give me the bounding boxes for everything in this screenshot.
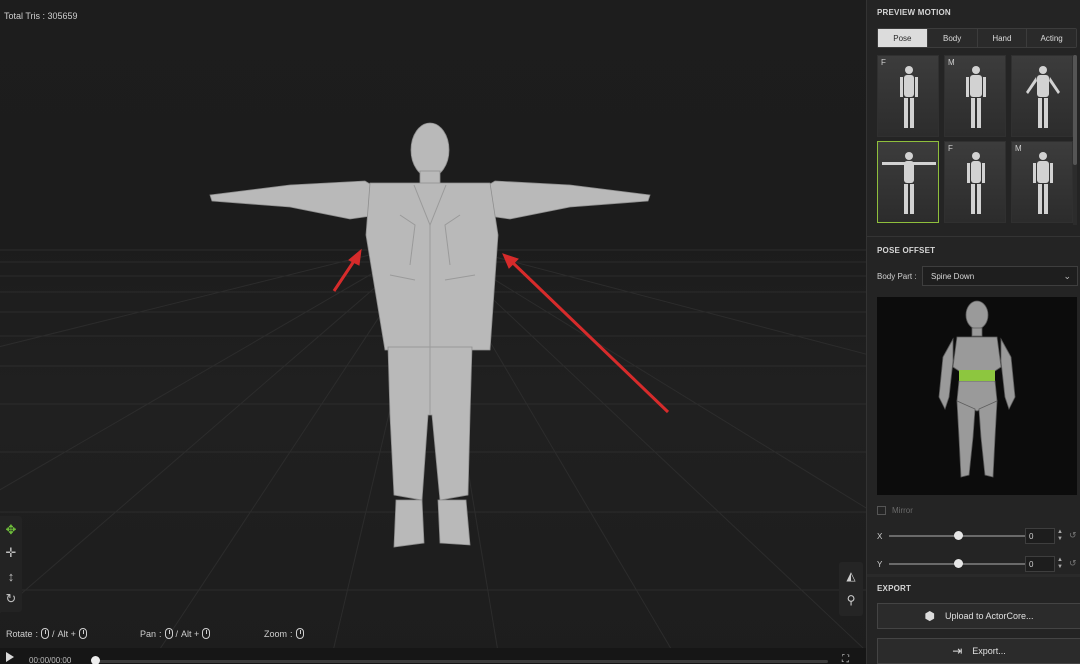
divider — [867, 236, 1080, 237]
zoom-hint: Zoom : — [264, 628, 304, 639]
pan-label: Pan — [140, 628, 157, 639]
cube-upload-icon: ⬢ — [924, 609, 935, 623]
camera-toolbar: ◭ ⚲ — [839, 562, 863, 616]
zoom-label: Zoom — [264, 628, 288, 639]
ground-anchor-icon[interactable]: ⚲ — [843, 592, 859, 608]
slash: / — [52, 628, 55, 639]
mannequin-figure — [966, 66, 986, 128]
mirror-label: Mirror — [892, 506, 913, 515]
pose-thumbnail[interactable]: F — [944, 141, 1006, 223]
character-model[interactable] — [200, 115, 660, 555]
mannequin-figure — [1026, 66, 1060, 128]
pose-thumbnail-grid: F M F M — [877, 55, 1073, 225]
tab-hand[interactable]: Hand — [977, 29, 1028, 47]
control-hints: Rotate : / Alt + Pan : / Alt + Zoom : — [6, 628, 866, 644]
vertical-move-icon[interactable]: ↕ — [3, 568, 19, 584]
separator: : — [35, 628, 39, 639]
left-mouse-icon — [41, 628, 50, 639]
x-offset-row: X 0 ▲ ▼ ↺ — [877, 528, 1077, 544]
rotate-label: Rotate — [6, 628, 33, 639]
viewport-toolbar: ✥ ✛ ↕ ↻ — [0, 516, 22, 612]
fullscreen-icon[interactable]: ⛶ — [842, 654, 856, 664]
mannequin-preview — [938, 300, 1016, 478]
x-label: X — [877, 532, 883, 541]
pan-hint: Pan : / Alt + — [140, 628, 211, 639]
export-icon: ⇥ — [952, 644, 963, 658]
pose-thumbnail[interactable]: M — [944, 55, 1006, 137]
x-value-field[interactable]: 0 — [1025, 528, 1055, 544]
right-panel: PREVIEW MOTION Pose Body Hand Acting F M — [866, 0, 1080, 664]
tab-acting[interactable]: Acting — [1027, 29, 1076, 47]
export-label: Export... — [972, 646, 1006, 656]
y-slider-handle[interactable] — [954, 559, 963, 568]
mirror-option[interactable]: Mirror — [877, 506, 913, 515]
spine-down-highlight — [959, 370, 995, 381]
timeline-track[interactable] — [92, 660, 828, 663]
mannequin-figure — [967, 152, 985, 214]
3d-viewport[interactable]: Total Tris : 305659 ✥ ✛ ↕ ↻ ◭ ⚲ Rotate:… — [0, 0, 866, 664]
pose-thumbnail[interactable]: F — [877, 55, 939, 137]
x-slider-handle[interactable] — [954, 531, 963, 540]
rotate-icon[interactable]: ↻ — [3, 591, 19, 607]
export-button[interactable]: ⇥ Export... — [877, 638, 1080, 664]
y-spinner-icon[interactable]: ▲ ▼ — [1057, 557, 1063, 571]
pan-icon[interactable]: ✛ — [3, 545, 19, 561]
move-arrows-icon[interactable]: ✥ — [3, 522, 19, 538]
total-tris-readout: Total Tris : 305659 — [4, 11, 78, 21]
pose-thumbnail[interactable] — [1011, 55, 1073, 137]
mannequin-figure — [1033, 152, 1053, 214]
perspective-icon[interactable]: ◭ — [843, 568, 859, 584]
separator: : — [159, 628, 162, 639]
thumbnail-scrollbar[interactable] — [1073, 55, 1077, 225]
mannequin-figure — [882, 152, 936, 214]
preview-motion-title: PREVIEW MOTION — [877, 8, 951, 17]
reset-icon[interactable]: ↺ — [1069, 530, 1077, 541]
body-part-dropdown[interactable]: Spine Down ⌄ — [922, 266, 1078, 286]
divider — [867, 574, 1080, 577]
rotate-hint: Rotate : / Alt + — [6, 628, 87, 639]
upload-to-actorcore-button[interactable]: ⬢ Upload to ActorCore... — [877, 603, 1080, 629]
pose-thumbnail[interactable]: M — [1011, 141, 1073, 223]
timeline-scrubber[interactable] — [91, 656, 100, 664]
time-readout: 00:00/00:00 — [29, 656, 72, 664]
y-offset-row: Y 0 ▲ ▼ ↺ — [877, 556, 1077, 572]
mirror-checkbox[interactable] — [877, 506, 886, 515]
play-icon[interactable] — [6, 652, 14, 662]
tab-pose[interactable]: Pose — [878, 29, 928, 47]
middle-mouse-icon — [202, 628, 211, 639]
pan-alt-label: Alt + — [181, 628, 200, 639]
body-part-preview[interactable] — [877, 297, 1077, 495]
left-mouse-icon — [78, 628, 87, 639]
pose-thumbnail-selected[interactable] — [877, 141, 939, 223]
mannequin-figure — [900, 66, 918, 128]
slash: / — [175, 628, 179, 639]
middle-mouse-icon — [164, 628, 173, 639]
scroll-wheel-icon — [295, 628, 304, 639]
export-title: EXPORT — [877, 584, 912, 593]
body-part-value: Spine Down — [931, 271, 975, 281]
motion-tabs: Pose Body Hand Acting — [877, 28, 1077, 48]
body-part-label: Body Part : — [877, 272, 917, 281]
separator: : — [290, 628, 293, 639]
y-value-field[interactable]: 0 — [1025, 556, 1055, 572]
rotate-alt-label: Alt + — [57, 628, 76, 639]
reset-icon[interactable]: ↺ — [1069, 558, 1077, 569]
x-spinner-icon[interactable]: ▲ ▼ — [1057, 529, 1063, 543]
chevron-down-icon: ⌄ — [1063, 271, 1071, 281]
tab-body[interactable]: Body — [927, 29, 978, 47]
app-window: Total Tris : 305659 ✥ ✛ ↕ ↻ ◭ ⚲ Rotate:… — [0, 0, 1080, 664]
upload-label: Upload to ActorCore... — [944, 611, 1034, 621]
timeline-bar: 00:00/00:00 ⛶ — [0, 648, 866, 664]
y-label: Y — [877, 560, 883, 569]
pose-offset-title: POSE OFFSET — [877, 246, 936, 255]
